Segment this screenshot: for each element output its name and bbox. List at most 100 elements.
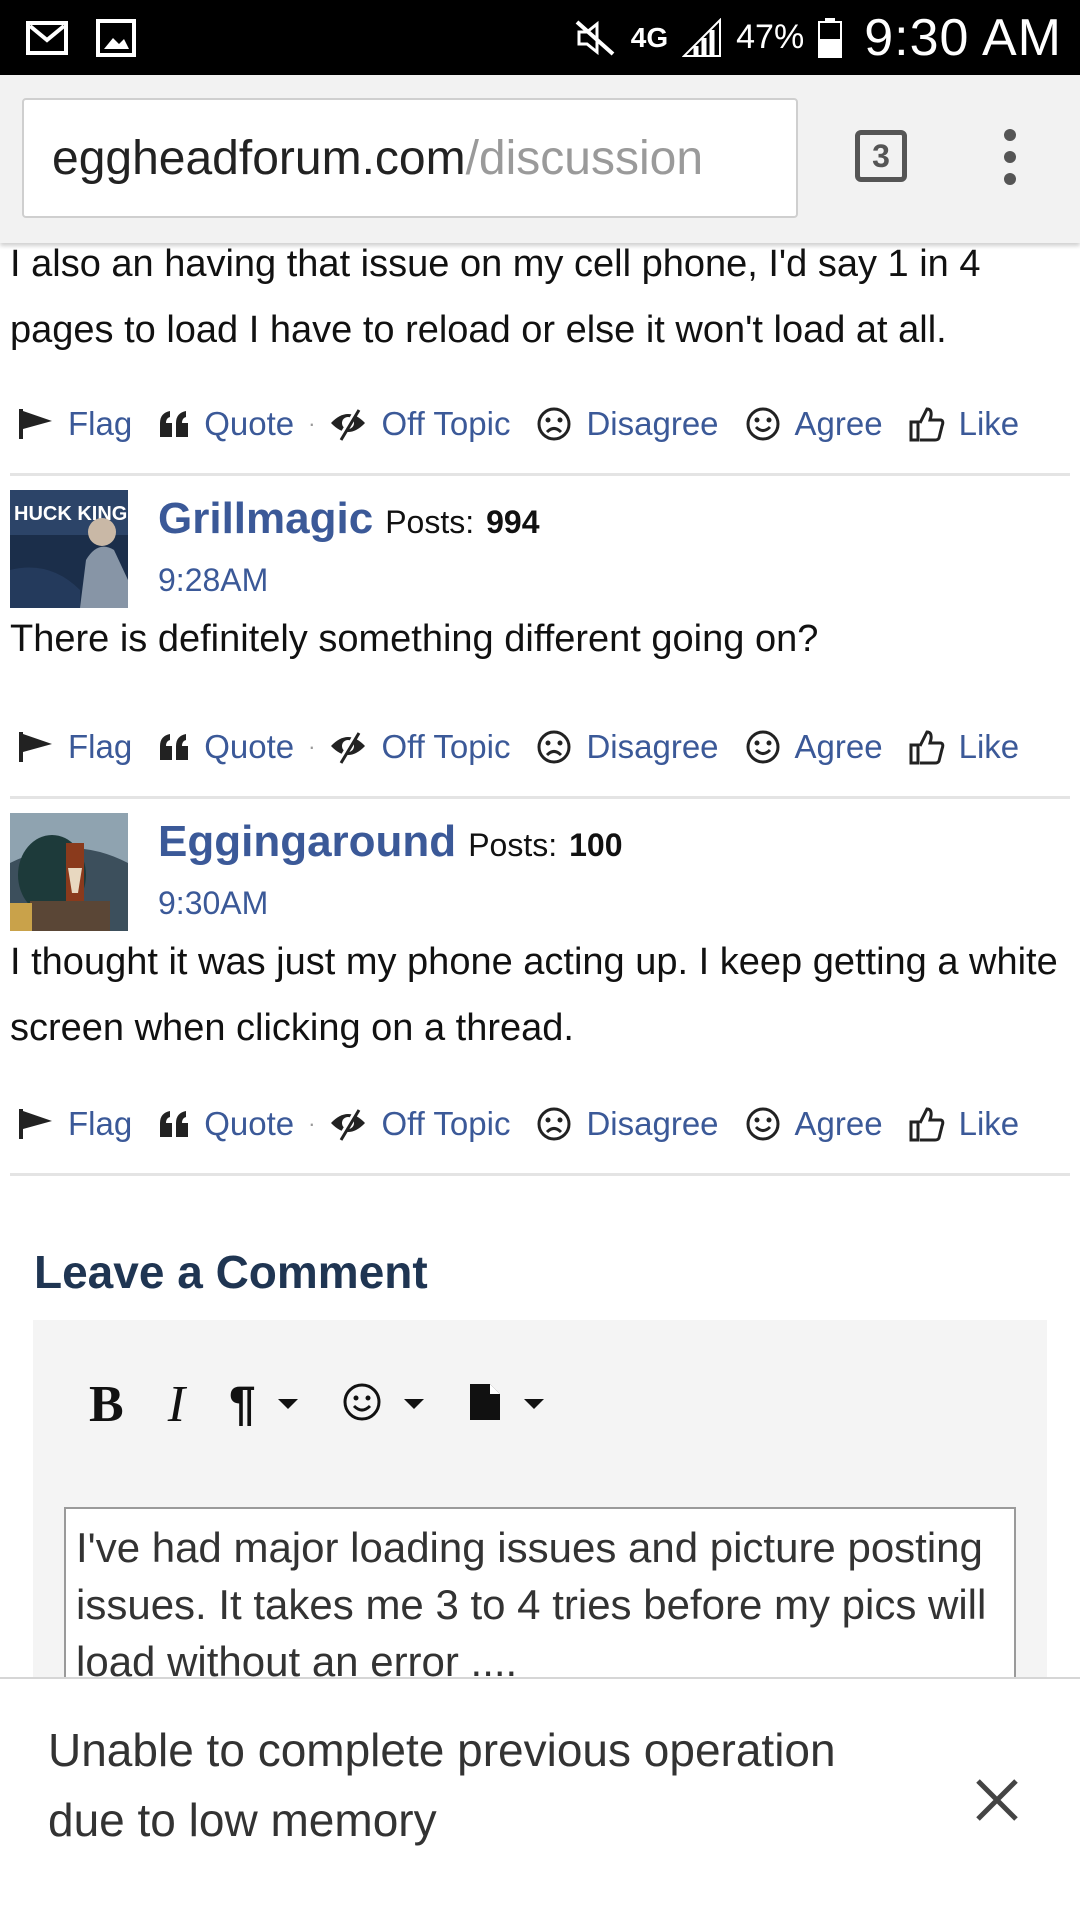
agree-label: Agree	[794, 1105, 883, 1142]
like-link[interactable]: Like	[909, 728, 1020, 766]
disagree-label: Disagree	[586, 1105, 719, 1142]
quote-icon	[158, 411, 190, 437]
network-4g-icon: 4G	[630, 21, 669, 53]
flag-label: Flag	[68, 1105, 133, 1142]
clock: 9:30 AM	[864, 8, 1062, 67]
disagree-link[interactable]: Disagree	[536, 1105, 719, 1143]
eye-slash-icon	[329, 407, 367, 441]
quote-link[interactable]: Quote	[158, 728, 294, 766]
italic-button[interactable]: I	[168, 1375, 185, 1434]
comment-editor: B I ¶ I've had major loading issues and …	[33, 1320, 1047, 1727]
chevron-down-icon	[523, 1399, 544, 1409]
off-topic-link[interactable]: Off Topic	[329, 405, 510, 443]
chevron-down-icon	[277, 1399, 298, 1409]
avatar[interactable]: HUCK KING	[10, 490, 128, 608]
author-name[interactable]: Grillmagic	[158, 494, 373, 544]
leave-comment-heading: Leave a Comment	[34, 1246, 428, 1298]
post-actions: Flag Quote · Off Topic Disagree Agree Li…	[0, 712, 1080, 782]
like-link[interactable]: Like	[909, 1105, 1020, 1143]
battery-percent: 47%	[736, 18, 805, 56]
frown-icon	[536, 406, 572, 442]
posts-count: 994	[486, 504, 540, 540]
thumbs-up-icon	[909, 406, 945, 442]
quote-label: Quote	[204, 728, 295, 765]
disagree-label: Disagree	[586, 728, 719, 765]
flag-icon	[18, 730, 54, 764]
low-memory-snackbar: Unable to complete previous operation du…	[0, 1677, 1080, 1920]
quote-icon	[158, 734, 190, 760]
frown-icon	[536, 1106, 572, 1142]
flag-link[interactable]: Flag	[18, 1105, 132, 1143]
tab-count: 3	[872, 137, 890, 174]
bold-button[interactable]: B	[89, 1375, 124, 1434]
post-actions: Flag Quote · Off Topic Disagree Agree Li…	[0, 389, 1080, 459]
paragraph-icon: ¶	[229, 1377, 256, 1431]
smile-icon	[342, 1382, 382, 1427]
quote-link[interactable]: Quote	[158, 405, 294, 443]
thumbs-up-icon	[909, 1106, 945, 1142]
editor-toolbar: B I ¶	[33, 1320, 1047, 1452]
off-topic-label: Off Topic	[381, 728, 511, 765]
document-icon	[468, 1382, 502, 1427]
posts-label: Posts:	[385, 504, 475, 540]
agree-label: Agree	[794, 405, 883, 442]
smile-icon	[745, 729, 781, 765]
post-body: There is definitely something different …	[10, 618, 819, 660]
eye-slash-icon	[329, 1107, 367, 1141]
quote-label: Quote	[204, 405, 295, 442]
overflow-menu-icon[interactable]	[995, 129, 1025, 185]
agree-label: Agree	[794, 728, 883, 765]
paragraph-format-button[interactable]: ¶	[229, 1377, 298, 1432]
gmail-icon	[26, 20, 68, 55]
post: HUCK KING Grillmagic Posts: 994 9:28AM T…	[0, 476, 1080, 799]
disagree-link[interactable]: Disagree	[536, 728, 719, 766]
post-time[interactable]: 9:30AM	[158, 885, 623, 922]
url-bar[interactable]: eggheadforum.com/discussion	[22, 98, 798, 218]
flag-label: Flag	[68, 405, 133, 442]
smile-icon	[745, 406, 781, 442]
agree-link[interactable]: Agree	[745, 1105, 883, 1143]
flag-link[interactable]: Flag	[18, 405, 132, 443]
thumbs-up-icon	[909, 729, 945, 765]
avatar[interactable]	[10, 813, 128, 931]
emoji-button[interactable]	[342, 1382, 424, 1427]
flag-label: Flag	[68, 728, 133, 765]
mute-icon	[573, 18, 617, 58]
post-actions: Flag Quote · Off Topic Disagree Agree Li…	[0, 1089, 1080, 1159]
frown-icon	[536, 729, 572, 765]
flag-link[interactable]: Flag	[18, 728, 132, 766]
post-body: I also an having that issue on my cell p…	[10, 243, 981, 351]
off-topic-label: Off Topic	[381, 405, 511, 442]
off-topic-link[interactable]: Off Topic	[329, 1105, 510, 1143]
off-topic-link[interactable]: Off Topic	[329, 728, 510, 766]
post-header: Eggingaround Posts: 100 9:30AM	[0, 799, 1080, 931]
agree-link[interactable]: Agree	[745, 728, 883, 766]
attach-file-button[interactable]	[468, 1382, 544, 1427]
signal-icon	[682, 17, 722, 58]
close-icon[interactable]	[972, 1775, 1022, 1825]
battery-icon	[818, 17, 843, 58]
url-host: eggheadforum.com	[52, 131, 466, 185]
tab-switcher-button[interactable]: 3	[855, 130, 907, 182]
post: Eggingaround Posts: 100 9:30AM I thought…	[0, 799, 1080, 1176]
chevron-down-icon	[403, 1399, 424, 1409]
quote-link[interactable]: Quote	[158, 1105, 294, 1143]
snackbar-message: Unable to complete previous operation du…	[48, 1724, 836, 1846]
like-label: Like	[958, 405, 1020, 442]
posts-label: Posts:	[468, 827, 558, 863]
url-path: /discussion	[465, 131, 704, 185]
posts-count: 100	[569, 827, 623, 863]
status-bar: 4G 47% 9:30 AM	[0, 0, 1080, 75]
discussion-content: I also an having that issue on my cell p…	[0, 243, 1080, 1727]
post-divider	[10, 1173, 1070, 1176]
off-topic-label: Off Topic	[381, 1105, 511, 1142]
like-label: Like	[958, 728, 1020, 765]
post-body: I thought it was just my phone acting up…	[10, 941, 1058, 1049]
disagree-link[interactable]: Disagree	[536, 405, 719, 443]
post-time[interactable]: 9:28AM	[158, 562, 540, 599]
author-name[interactable]: Eggingaround	[158, 817, 456, 867]
agree-link[interactable]: Agree	[745, 405, 883, 443]
like-label: Like	[958, 1105, 1020, 1142]
like-link[interactable]: Like	[909, 405, 1020, 443]
flag-icon	[18, 1107, 54, 1141]
